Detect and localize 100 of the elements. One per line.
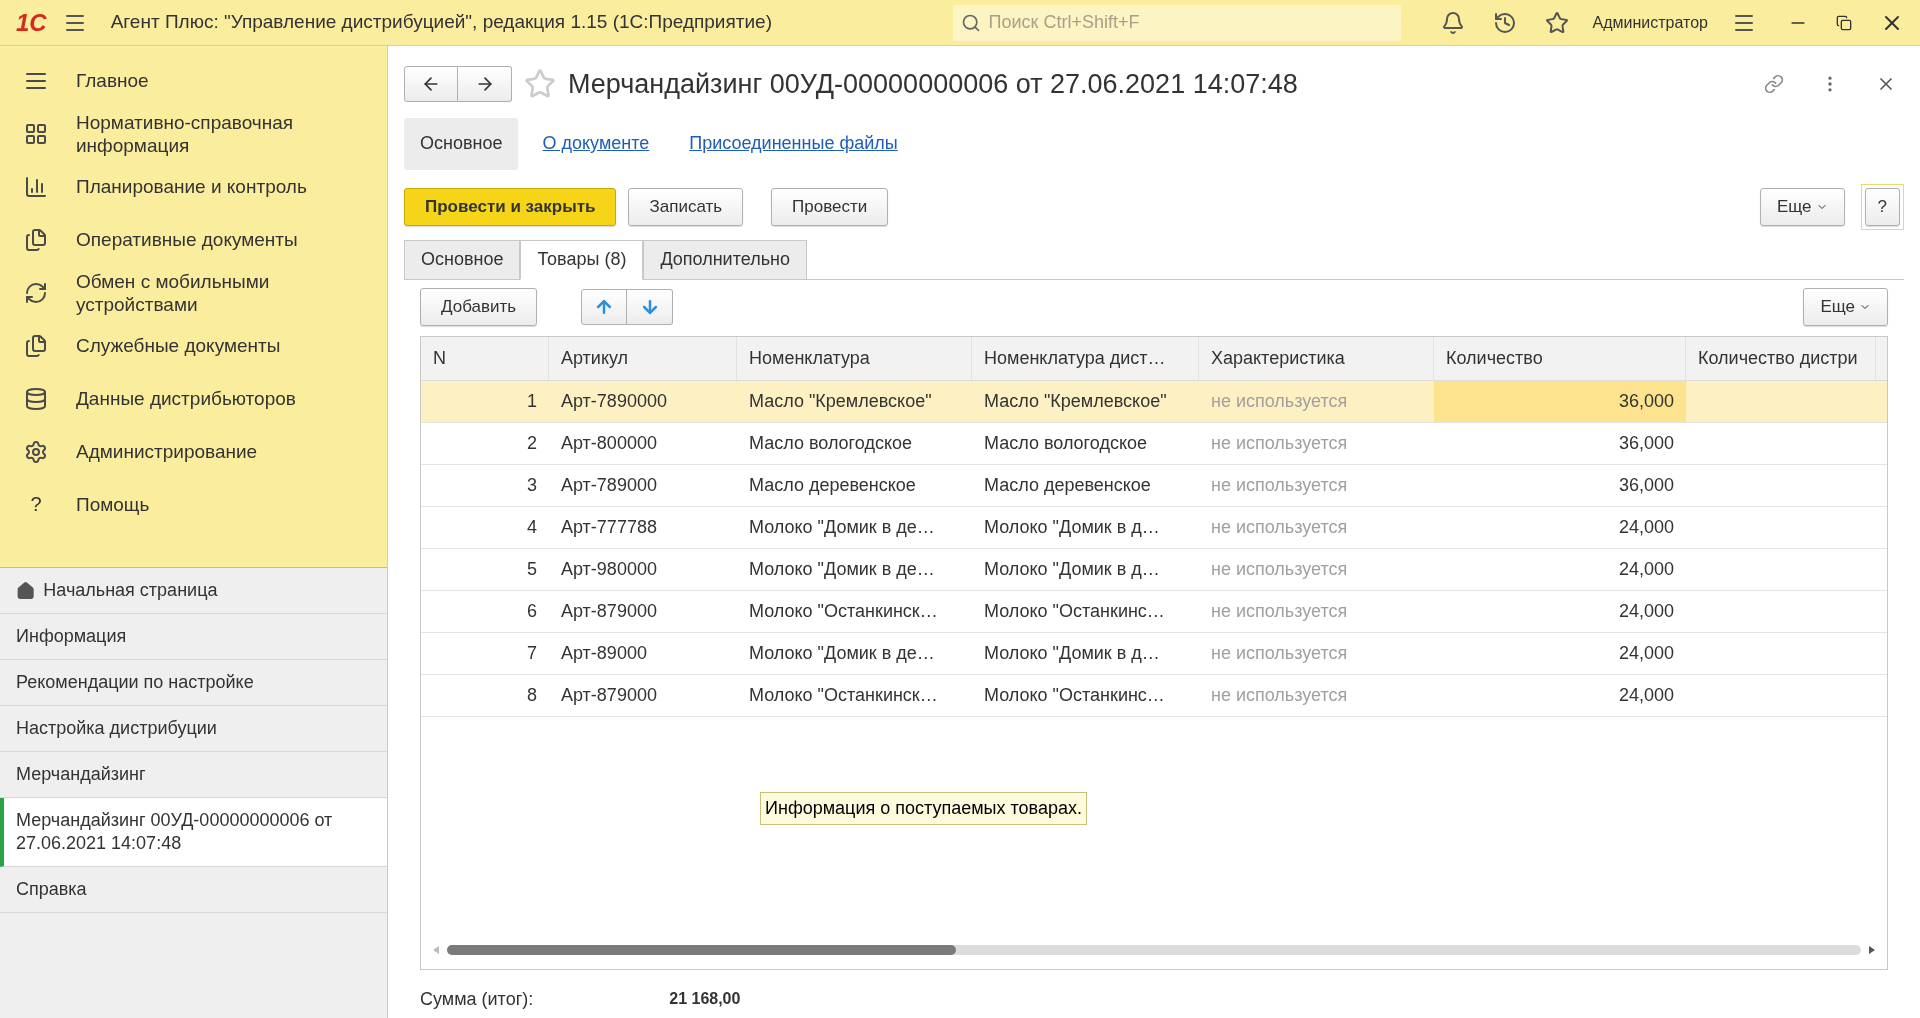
window-title: Агент Плюс: "Управление дистрибуцией", редакция 1.15 (1С:Предприятие): [110, 10, 772, 35]
table-cell-text: Арт-789000: [561, 473, 657, 497]
table-cell-text: 24,000: [1618, 683, 1674, 707]
column-header[interactable]: Номенклатура дист…: [972, 336, 1199, 380]
forward-button[interactable]: [458, 66, 512, 103]
database-icon: [24, 386, 48, 411]
scroll-right-icon[interactable]: [1869, 945, 1875, 954]
tab[interactable]: Дополнительно: [643, 239, 807, 280]
open-page-item[interactable]: Информация: [0, 614, 387, 660]
table-cell-text: Молоко "Домик в д…: [984, 641, 1160, 665]
table-cell-text: Молоко "Домик в д…: [984, 515, 1160, 539]
section-item[interactable]: Служебные документы: [0, 319, 387, 372]
table-cell-text: Масло деревенское: [984, 473, 1151, 497]
table-cell-text: 8: [527, 683, 537, 707]
table-row[interactable]: 2 Арт-800000 Масло вологодское Масло вологодское не используется 36,000: [421, 422, 1887, 465]
table-cell-text: не используется: [1211, 557, 1348, 581]
history-icon[interactable]: [1492, 10, 1517, 35]
table-cell-text: Молоко "Останкинс…: [984, 683, 1165, 707]
table-cell-text: не используется: [1211, 515, 1348, 539]
table-cell-text: не используется: [1211, 599, 1348, 623]
column-header[interactable]: Артикул: [549, 336, 737, 380]
open-page-item[interactable]: Настройка дистрибуции: [0, 706, 387, 752]
table-cell-text: Арт-777788: [561, 515, 657, 539]
open-page-item[interactable]: Мерчандайзинг 00УД-00000000006 от 27.06.2021 14:07:48: [0, 798, 387, 867]
table-row[interactable]: 7 Арт-89000 Молоко "Домик в де… Молоко "Домик в д… не используется 24,000: [421, 632, 1887, 675]
table-row[interactable]: 6 Арт-879000 Молоко "Останкинск… Молоко "Останкинс… не используется 24,000: [421, 590, 1887, 633]
table-cell-text: 1: [527, 389, 537, 413]
table-cell-text: Арт-980000: [561, 557, 657, 581]
gear-icon: [24, 439, 48, 464]
table-cell-text: 4: [527, 515, 537, 539]
table-cell-text: не используется: [1211, 473, 1348, 497]
table-cell-text: 2: [527, 431, 537, 455]
action-button[interactable]: Записать: [628, 187, 744, 226]
section-item[interactable]: Администрирование: [0, 425, 387, 478]
tab[interactable]: Основное: [404, 239, 521, 280]
table-cell-text: Масло вологодское: [984, 431, 1147, 455]
total-value: 21 168,00: [669, 989, 741, 1009]
star-icon[interactable]: [1544, 10, 1569, 35]
section-item[interactable]: Нормативно-справочная информация: [0, 107, 387, 160]
more-button[interactable]: Еще: [1759, 187, 1845, 226]
form-title: Мерчандайзинг 00УД-00000000006 от 27.06.2021 14:07:48: [568, 68, 1298, 101]
table-cell-text: Молоко "Домик в де…: [749, 557, 935, 581]
column-header[interactable]: N: [421, 336, 549, 380]
open-page-item[interactable]: Справка: [0, 867, 387, 913]
table-cell-text: Молоко "Останкинс…: [984, 599, 1165, 623]
action-button[interactable]: Провести: [771, 187, 889, 226]
column-header[interactable]: Количество: [1434, 336, 1686, 380]
user-name[interactable]: Администратор: [1592, 10, 1708, 35]
help-button[interactable]: ?: [1864, 187, 1900, 226]
section-item[interactable]: Главное: [0, 54, 387, 107]
table-cell-text: 5: [527, 557, 537, 581]
table-cell-text: 36,000: [1618, 389, 1674, 413]
link-icon[interactable]: [1764, 74, 1784, 95]
more-button[interactable]: Еще: [1803, 287, 1888, 326]
table-cell-text: Молоко "Домик в д…: [984, 557, 1160, 581]
section-item[interactable]: Оперативные документы: [0, 213, 387, 266]
move-down-button[interactable]: [627, 288, 674, 325]
section-item[interactable]: Обмен с мобильными устройствами: [0, 266, 387, 319]
section-item[interactable]: ? Помощь: [0, 478, 387, 531]
table-cell-text: 36,000: [1618, 431, 1674, 455]
column-header[interactable]: Количество дистри: [1686, 336, 1876, 380]
form-tab[interactable]: Присоединенные файлы: [673, 117, 914, 170]
table-cell-text: 24,000: [1618, 515, 1674, 539]
table-cell-text: не используется: [1211, 431, 1348, 455]
table-cell-text: не используется: [1211, 389, 1348, 413]
table-row[interactable]: 1 Арт-7890000 Масло "Кремлевское" Масло "Кремлевское" не используется 36,000: [421, 380, 1887, 423]
search-field[interactable]: Поиск Ctrl+Shift+F: [952, 4, 1401, 41]
table-cell-text: Арт-89000: [561, 641, 647, 665]
table-row[interactable]: 3 Арт-789000 Масло деревенское Масло деревенское не используется 36,000: [421, 464, 1887, 507]
table-cell-text: Масло вологодское: [749, 431, 912, 455]
section-item[interactable]: Планирование и контроль: [0, 160, 387, 213]
tooltip: Информация о поступаемых товарах.: [760, 792, 1087, 825]
open-page-item[interactable]: Начальная страница: [0, 568, 387, 614]
form-tab[interactable]: Основное: [404, 117, 519, 170]
post-and-close-button[interactable]: Провести и закрыть: [404, 187, 617, 226]
bell-icon[interactable]: [1440, 10, 1465, 35]
table-cell-text: Арт-800000: [561, 431, 657, 455]
column-header[interactable]: Номенклатура: [737, 336, 972, 380]
open-page-item[interactable]: Рекомендации по настройке: [0, 660, 387, 706]
table-row[interactable]: 5 Арт-980000 Молоко "Домик в де… Молоко "Домик в д… не используется 24,000: [421, 548, 1887, 591]
table-cell-text: 7: [527, 641, 537, 665]
table-cell-text: 24,000: [1618, 557, 1674, 581]
table-cell-text: Молоко "Останкинск…: [749, 683, 938, 707]
table-cell-text: не используется: [1211, 683, 1348, 707]
grid-icon: [24, 121, 48, 146]
table-cell-text: Молоко "Останкинск…: [749, 599, 938, 623]
table-row[interactable]: 4 Арт-777788 Молоко "Домик в де… Молоко "Домик в д… не используется 24,000: [421, 506, 1887, 549]
table-cell-text: не используется: [1211, 641, 1348, 665]
form-tab[interactable]: О документе: [526, 117, 666, 170]
section-item[interactable]: Данные дистрибьюторов: [0, 372, 387, 425]
move-up-button[interactable]: [581, 288, 628, 325]
back-button[interactable]: [404, 66, 458, 103]
restore-icon[interactable]: [1836, 14, 1852, 31]
add-button[interactable]: Добавить: [420, 287, 538, 326]
table-row[interactable]: 8 Арт-879000 Молоко "Останкинск… Молоко "Останкинс… не используется 24,000: [421, 674, 1887, 717]
column-header[interactable]: Характеристика: [1199, 336, 1434, 380]
documents-icon: [24, 333, 48, 358]
question-icon: ?: [24, 493, 48, 516]
table-cell-text: 6: [527, 599, 537, 623]
tab[interactable]: Товары (8): [520, 239, 644, 280]
